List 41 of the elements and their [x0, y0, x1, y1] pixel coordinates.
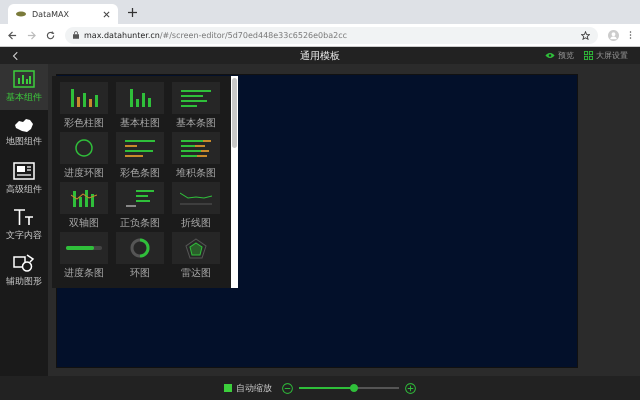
bar-chart-icon	[70, 89, 98, 107]
shapes-icon	[13, 254, 35, 272]
map-icon	[15, 118, 33, 132]
bar-chart-icon	[130, 89, 150, 107]
star-icon[interactable]	[581, 30, 590, 40]
layout-icon	[13, 162, 35, 180]
eye-icon	[545, 52, 555, 59]
lock-icon	[73, 31, 79, 39]
bar-chart-icon	[126, 190, 154, 206]
bar-chart-icon	[13, 70, 35, 88]
progress-bar-icon	[66, 246, 102, 250]
bar-chart-icon	[181, 90, 211, 106]
address-field[interactable]: max.datahunter.cn/#/screen-editor/5d70ed448e33c6526e0ba2cc	[65, 26, 598, 44]
sidebar-item[interactable]: 基本组件	[0, 64, 48, 110]
sidebar-item[interactable]: 辅助图形	[0, 248, 48, 294]
sidebar-item[interactable]: 地图组件	[0, 110, 48, 156]
logo-icon	[16, 11, 26, 17]
zoom-out-icon[interactable]	[282, 382, 293, 394]
header-action-button[interactable]: 大屏设置	[584, 50, 628, 61]
sidebar-item[interactable]: 文字内容	[0, 202, 48, 248]
grid-icon	[584, 51, 593, 60]
browser-tab[interactable]: DataMAX	[8, 4, 118, 24]
back-icon[interactable]	[12, 50, 18, 60]
zoom-in-icon[interactable]	[405, 382, 416, 394]
reload-icon[interactable]	[46, 30, 55, 40]
menu-icon[interactable]	[629, 30, 632, 40]
bar-chart-icon	[71, 190, 97, 206]
close-icon[interactable]	[103, 10, 110, 18]
auto-zoom-checkbox[interactable]: 自动缩放	[224, 382, 272, 394]
ring-chart-icon	[75, 139, 93, 157]
sidebar-item[interactable]: 高级组件	[0, 156, 48, 202]
bar-chart-icon	[125, 140, 155, 156]
bar-chart-icon	[181, 140, 211, 156]
ring-chart-icon	[130, 238, 150, 258]
page-title: 通用模板	[300, 50, 340, 62]
back-arrow-icon[interactable]	[8, 30, 17, 40]
line-chart-icon	[180, 192, 212, 204]
new-tab-icon[interactable]	[128, 8, 137, 16]
radar-chart-icon	[185, 238, 207, 258]
header-action-button[interactable]: 预览	[545, 50, 574, 61]
text-icon	[13, 208, 35, 226]
